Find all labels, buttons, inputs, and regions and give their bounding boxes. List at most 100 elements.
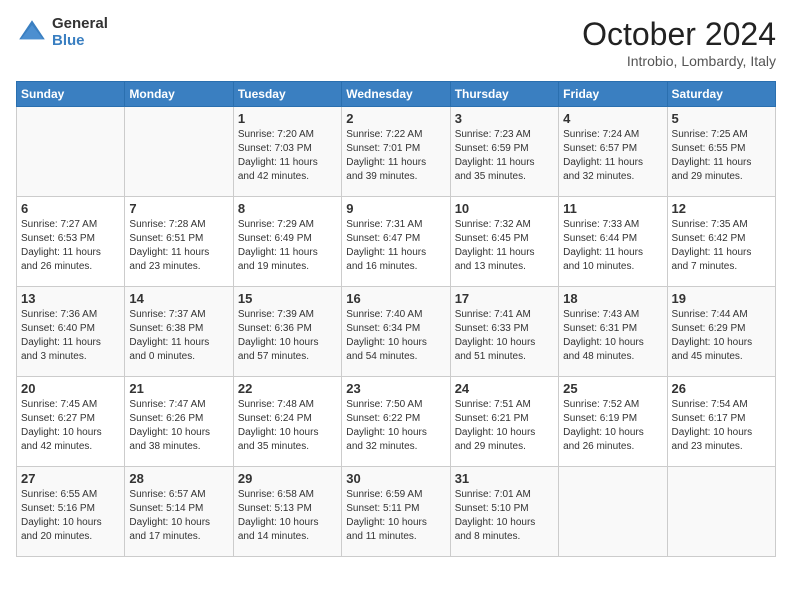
day-number: 11 bbox=[563, 201, 662, 216]
calendar-cell: 18 Sunrise: 7:43 AM Sunset: 6:31 PM Dayli… bbox=[559, 287, 667, 377]
calendar-cell: 16 Sunrise: 7:40 AM Sunset: 6:34 PM Dayli… bbox=[342, 287, 450, 377]
calendar-cell: 22 Sunrise: 7:48 AM Sunset: 6:24 PM Dayli… bbox=[233, 377, 341, 467]
calendar-cell: 8Sunrise: 7:29 AM Sunset: 6:49 PM Daylig… bbox=[233, 197, 341, 287]
day-number: 12 bbox=[672, 201, 771, 216]
day-number: 25 bbox=[563, 381, 662, 396]
day-number: 16 bbox=[346, 291, 445, 306]
title-block: October 2024 Introbio, Lombardy, Italy bbox=[582, 16, 776, 69]
day-info: Sunrise: 7:41 AM Sunset: 6:33 PM Dayligh… bbox=[455, 308, 554, 364]
day-number: 31 bbox=[455, 471, 554, 486]
day-number: 15 bbox=[238, 291, 337, 306]
logo-general: General bbox=[52, 16, 108, 33]
day-info: Sunrise: 7:48 AM Sunset: 6:24 PM Dayligh… bbox=[238, 398, 337, 454]
day-number: 14 bbox=[129, 291, 228, 306]
calendar-cell: 19Sunrise: 7:44 AM Sunset: 6:29 PM Dayli… bbox=[667, 287, 775, 377]
day-info: Sunrise: 7:01 AM Sunset: 5:10 PM Dayligh… bbox=[455, 488, 554, 544]
day-number: 6 bbox=[21, 201, 120, 216]
day-info: Sunrise: 7:54 AM Sunset: 6:17 PM Dayligh… bbox=[672, 398, 771, 454]
calendar-cell: 13 Sunrise: 7:36 AM Sunset: 6:40 PM Dayli… bbox=[17, 287, 125, 377]
calendar-cell: 28 Sunrise: 6:57 AM Sunset: 5:14 PM Dayli… bbox=[125, 467, 233, 557]
day-number: 20 bbox=[21, 381, 120, 396]
day-info: Sunrise: 7:45 AM Sunset: 6:27 PM Dayligh… bbox=[21, 398, 120, 454]
day-number: 3 bbox=[455, 111, 554, 126]
calendar-cell: 1 Sunrise: 7:20 AM Sunset: 7:03 PM Daylig… bbox=[233, 107, 341, 197]
week-row-5: 27Sunrise: 6:55 AM Sunset: 5:16 PM Dayli… bbox=[17, 467, 776, 557]
calendar-cell bbox=[125, 107, 233, 197]
day-number: 13 bbox=[21, 291, 120, 306]
day-number: 9 bbox=[346, 201, 445, 216]
day-number: 17 bbox=[455, 291, 554, 306]
calendar-cell: 9Sunrise: 7:31 AM Sunset: 6:47 PM Daylig… bbox=[342, 197, 450, 287]
calendar-cell: 29 Sunrise: 6:58 AM Sunset: 5:13 PM Dayli… bbox=[233, 467, 341, 557]
day-info: Sunrise: 7:20 AM Sunset: 7:03 PM Dayligh… bbox=[238, 128, 337, 184]
day-number: 23 bbox=[346, 381, 445, 396]
weekday-header-row: SundayMondayTuesdayWednesdayThursdayFrid… bbox=[17, 82, 776, 107]
day-info: Sunrise: 7:39 AM Sunset: 6:36 PM Dayligh… bbox=[238, 308, 337, 364]
day-info: Sunrise: 7:43 AM Sunset: 6:31 PM Dayligh… bbox=[563, 308, 662, 364]
day-number: 7 bbox=[129, 201, 228, 216]
weekday-header-saturday: Saturday bbox=[667, 82, 775, 107]
day-info: Sunrise: 7:22 AM Sunset: 7:01 PM Dayligh… bbox=[346, 128, 445, 184]
day-number: 4 bbox=[563, 111, 662, 126]
calendar-cell: 7Sunrise: 7:28 AM Sunset: 6:51 PM Daylig… bbox=[125, 197, 233, 287]
day-info: Sunrise: 7:23 AM Sunset: 6:59 PM Dayligh… bbox=[455, 128, 554, 184]
day-info: Sunrise: 7:52 AM Sunset: 6:19 PM Dayligh… bbox=[563, 398, 662, 454]
day-number: 26 bbox=[672, 381, 771, 396]
calendar-cell: 25 Sunrise: 7:52 AM Sunset: 6:19 PM Dayli… bbox=[559, 377, 667, 467]
calendar-cell: 27Sunrise: 6:55 AM Sunset: 5:16 PM Dayli… bbox=[17, 467, 125, 557]
calendar-cell: 17 Sunrise: 7:41 AM Sunset: 6:33 PM Dayli… bbox=[450, 287, 558, 377]
day-number: 2 bbox=[346, 111, 445, 126]
calendar-cell: 12 Sunrise: 7:35 AM Sunset: 6:42 PM Dayli… bbox=[667, 197, 775, 287]
day-number: 27 bbox=[21, 471, 120, 486]
day-number: 5 bbox=[672, 111, 771, 126]
calendar-cell: 15 Sunrise: 7:39 AM Sunset: 6:36 PM Dayli… bbox=[233, 287, 341, 377]
day-info: Sunrise: 6:59 AM Sunset: 5:11 PM Dayligh… bbox=[346, 488, 445, 544]
weekday-header-monday: Monday bbox=[125, 82, 233, 107]
month-title: October 2024 bbox=[582, 16, 776, 53]
day-info: Sunrise: 7:37 AM Sunset: 6:38 PM Dayligh… bbox=[129, 308, 228, 364]
calendar-cell bbox=[559, 467, 667, 557]
day-info: Sunrise: 7:35 AM Sunset: 6:42 PM Dayligh… bbox=[672, 218, 771, 274]
day-number: 19 bbox=[672, 291, 771, 306]
calendar-table: SundayMondayTuesdayWednesdayThursdayFrid… bbox=[16, 81, 776, 557]
day-info: Sunrise: 6:58 AM Sunset: 5:13 PM Dayligh… bbox=[238, 488, 337, 544]
day-info: Sunrise: 7:25 AM Sunset: 6:55 PM Dayligh… bbox=[672, 128, 771, 184]
day-info: Sunrise: 7:50 AM Sunset: 6:22 PM Dayligh… bbox=[346, 398, 445, 454]
calendar-cell: 11Sunrise: 7:33 AM Sunset: 6:44 PM Dayli… bbox=[559, 197, 667, 287]
day-number: 24 bbox=[455, 381, 554, 396]
day-info: Sunrise: 7:36 AM Sunset: 6:40 PM Dayligh… bbox=[21, 308, 120, 364]
day-number: 1 bbox=[238, 111, 337, 126]
logo-icon bbox=[16, 17, 48, 49]
calendar-cell: 30 Sunrise: 6:59 AM Sunset: 5:11 PM Dayli… bbox=[342, 467, 450, 557]
day-number: 29 bbox=[238, 471, 337, 486]
logo-blue: Blue bbox=[52, 33, 108, 50]
calendar-cell: 31 Sunrise: 7:01 AM Sunset: 5:10 PM Dayli… bbox=[450, 467, 558, 557]
day-info: Sunrise: 7:27 AM Sunset: 6:53 PM Dayligh… bbox=[21, 218, 120, 274]
day-info: Sunrise: 7:47 AM Sunset: 6:26 PM Dayligh… bbox=[129, 398, 228, 454]
day-number: 28 bbox=[129, 471, 228, 486]
day-info: Sunrise: 7:40 AM Sunset: 6:34 PM Dayligh… bbox=[346, 308, 445, 364]
day-info: Sunrise: 7:32 AM Sunset: 6:45 PM Dayligh… bbox=[455, 218, 554, 274]
calendar-cell: 24 Sunrise: 7:51 AM Sunset: 6:21 PM Dayli… bbox=[450, 377, 558, 467]
calendar-cell: 21 Sunrise: 7:47 AM Sunset: 6:26 PM Dayli… bbox=[125, 377, 233, 467]
calendar-cell: 20 Sunrise: 7:45 AM Sunset: 6:27 PM Dayli… bbox=[17, 377, 125, 467]
location-title: Introbio, Lombardy, Italy bbox=[582, 53, 776, 69]
calendar-cell: 4Sunrise: 7:24 AM Sunset: 6:57 PM Daylig… bbox=[559, 107, 667, 197]
day-number: 30 bbox=[346, 471, 445, 486]
week-row-3: 13 Sunrise: 7:36 AM Sunset: 6:40 PM Dayli… bbox=[17, 287, 776, 377]
day-number: 22 bbox=[238, 381, 337, 396]
day-number: 10 bbox=[455, 201, 554, 216]
calendar-cell: 26 Sunrise: 7:54 AM Sunset: 6:17 PM Dayli… bbox=[667, 377, 775, 467]
calendar-cell bbox=[667, 467, 775, 557]
calendar-cell: 3 Sunrise: 7:23 AM Sunset: 6:59 PM Daylig… bbox=[450, 107, 558, 197]
weekday-header-sunday: Sunday bbox=[17, 82, 125, 107]
weekday-header-tuesday: Tuesday bbox=[233, 82, 341, 107]
day-number: 21 bbox=[129, 381, 228, 396]
weekday-header-wednesday: Wednesday bbox=[342, 82, 450, 107]
day-info: Sunrise: 7:51 AM Sunset: 6:21 PM Dayligh… bbox=[455, 398, 554, 454]
day-info: Sunrise: 6:57 AM Sunset: 5:14 PM Dayligh… bbox=[129, 488, 228, 544]
day-info: Sunrise: 7:29 AM Sunset: 6:49 PM Dayligh… bbox=[238, 218, 337, 274]
logo: General Blue bbox=[16, 16, 108, 49]
week-row-1: 1 Sunrise: 7:20 AM Sunset: 7:03 PM Daylig… bbox=[17, 107, 776, 197]
day-number: 18 bbox=[563, 291, 662, 306]
